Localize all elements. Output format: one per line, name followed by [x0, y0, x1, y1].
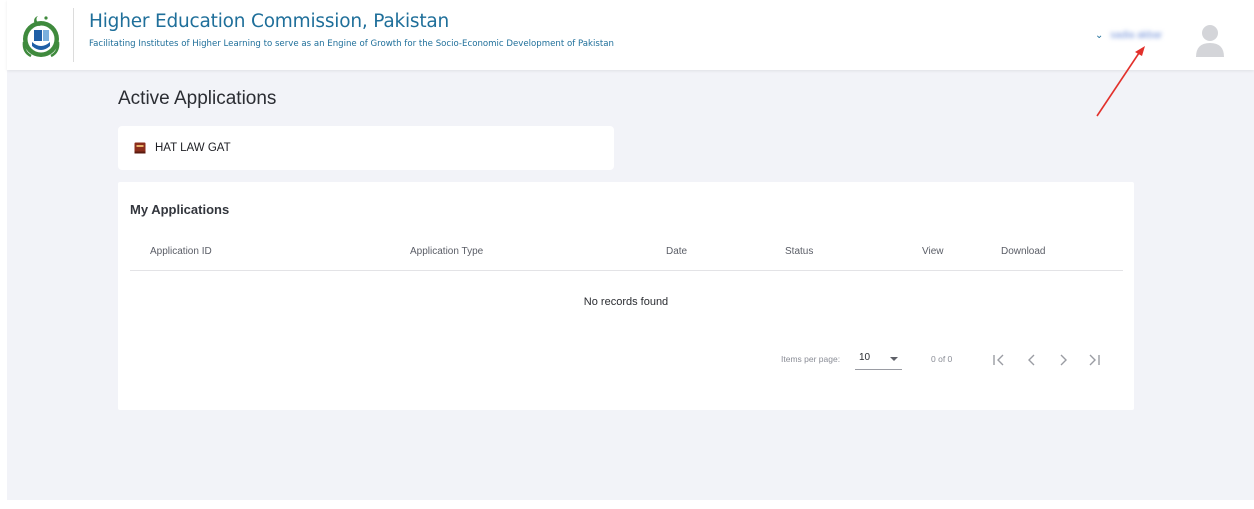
chevron-left-icon: [1028, 354, 1035, 366]
column-header-application-type: Application Type: [410, 246, 484, 257]
table-header: Application ID Application Type Date Sta…: [130, 246, 1123, 271]
bottom-strip: [7, 500, 1254, 509]
chevron-right-icon: [1060, 354, 1067, 366]
my-applications-title: My Applications: [130, 202, 230, 217]
org-tagline: Facilitating Institutes of Higher Learni…: [89, 39, 614, 49]
active-application-label: HAT LAW GAT: [155, 142, 231, 154]
book-icon: [134, 142, 146, 154]
org-title: Higher Education Commission, Pakistan: [89, 11, 450, 32]
user-avatar-icon[interactable]: [1194, 23, 1226, 57]
items-per-page-value: 10: [859, 352, 871, 363]
active-application-card[interactable]: HAT LAW GAT: [118, 126, 614, 170]
empty-table-message: No records found: [583, 296, 669, 308]
first-page-button[interactable]: [989, 349, 1009, 371]
first-page-icon: [993, 354, 1004, 366]
column-header-download: Download: [1001, 246, 1046, 257]
annotation-arrow: [1096, 46, 1145, 117]
page-range-label: 0 of 0: [931, 354, 953, 364]
app-header: Higher Education Commission, Pakistan Fa…: [7, 0, 1254, 70]
next-page-button[interactable]: [1053, 349, 1073, 371]
page-frame: Higher Education Commission, Pakistan Fa…: [7, 0, 1254, 509]
last-page-icon: [1089, 354, 1100, 366]
chevron-down-icon: ⌄: [1095, 29, 1104, 41]
items-per-page-select[interactable]: 10: [855, 350, 902, 370]
last-page-button[interactable]: [1084, 349, 1104, 371]
column-header-date: Date: [666, 246, 688, 257]
logo-divider: [73, 8, 74, 62]
dropdown-caret-icon: [890, 357, 898, 361]
hec-logo-icon: [22, 16, 60, 58]
column-header-view: View: [922, 246, 944, 257]
items-per-page-label: Items per page:: [781, 354, 841, 364]
paginator: Items per page: 10 0 of 0: [118, 348, 1134, 376]
user-name: sadia akbar: [1110, 29, 1163, 41]
column-header-status: Status: [785, 246, 814, 257]
my-applications-card: My Applications Application ID Applicati…: [118, 182, 1134, 410]
previous-page-button[interactable]: [1022, 349, 1042, 371]
column-header-application-id: Application ID: [150, 246, 212, 257]
page-title: Active Applications: [118, 88, 277, 109]
